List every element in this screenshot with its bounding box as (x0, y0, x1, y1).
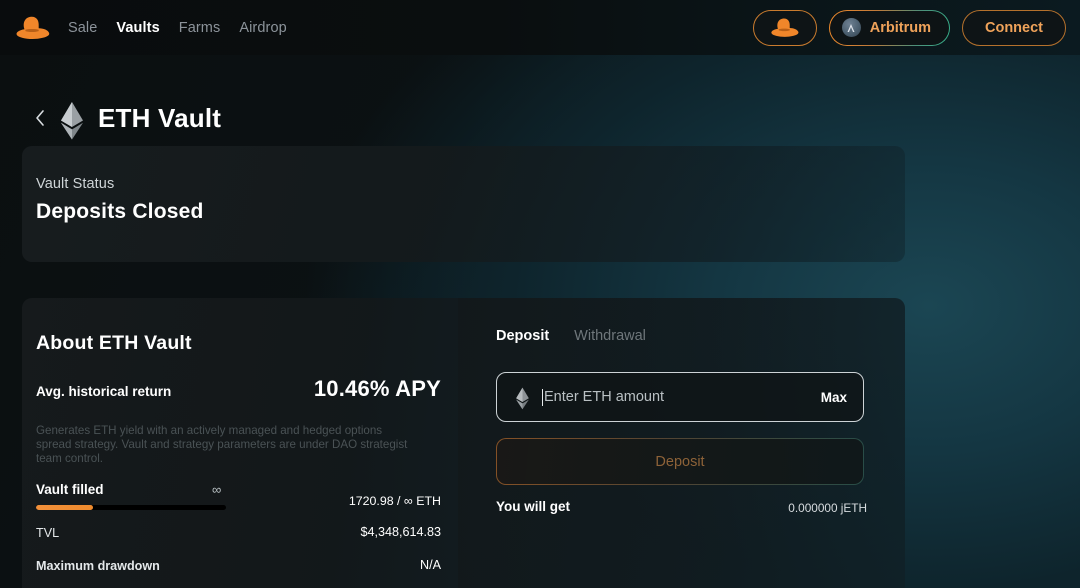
nav-links: Sale Vaults Farms Airdrop (68, 20, 287, 36)
amount-input[interactable]: Enter ETH amount (544, 389, 821, 405)
avg-return-label: Avg. historical return (36, 384, 172, 399)
max-button[interactable]: Max (821, 390, 847, 405)
deposit-submit-button[interactable]: Deposit (496, 438, 864, 485)
ethereum-icon (515, 387, 530, 410)
tab-withdrawal[interactable]: Withdrawal (574, 328, 646, 344)
nav-item-vaults[interactable]: Vaults (116, 20, 159, 36)
nav-item-sale[interactable]: Sale (68, 20, 97, 36)
about-description: Generates ETH yield with an actively man… (36, 424, 408, 465)
vault-status-card: Vault Status Deposits Closed (22, 146, 905, 262)
topbar-actions: Arbitrum Connect (752, 9, 1066, 46)
vault-page: Sale Vaults Farms Airdrop Arbitrum Conne… (0, 0, 1080, 588)
about-vault-panel: About ETH Vault Avg. historical return 1… (22, 298, 458, 588)
top-navigation-bar: Sale Vaults Farms Airdrop Arbitrum Conne… (0, 0, 1080, 55)
vault-filled-progress-fill (36, 505, 93, 510)
deposit-panel: Deposit Withdrawal Enter ETH amount Max … (458, 298, 905, 588)
page-header: ETH Vault (34, 101, 222, 140)
text-caret (542, 388, 543, 406)
nav-item-farms[interactable]: Farms (179, 20, 221, 36)
page-title: ETH Vault (98, 102, 222, 133)
nav-item-airdrop[interactable]: Airdrop (239, 20, 286, 36)
chain-label: Arbitrum (869, 19, 931, 36)
vault-filled-progress-bar (36, 505, 226, 510)
connect-wallet-button[interactable]: Connect (962, 9, 1066, 46)
vault-status-value: Deposits Closed (36, 200, 204, 223)
tvl-value: $4,348,614.83 (360, 525, 441, 539)
amount-input-container[interactable]: Enter ETH amount Max (496, 372, 864, 422)
tab-deposit[interactable]: Deposit (496, 328, 549, 344)
ethereum-icon (59, 101, 85, 140)
hat-logo-icon[interactable] (14, 15, 52, 41)
hat-button[interactable] (752, 9, 817, 46)
vault-filled-amount: 1720.98 / ∞ ETH (348, 494, 441, 508)
chain-selector-button[interactable]: Arbitrum (829, 10, 950, 46)
tvl-label: TVL (36, 526, 60, 540)
chevron-left-icon[interactable] (34, 109, 46, 127)
max-drawdown-value: N/A (420, 558, 441, 572)
deposit-withdrawal-tabs: Deposit Withdrawal (496, 328, 646, 344)
hat-icon (771, 17, 799, 37)
about-title: About ETH Vault (36, 332, 192, 354)
you-will-get-label: You will get (496, 499, 570, 514)
connect-label: Connect (985, 19, 1043, 36)
you-will-get-value: 0.000000 jETH (788, 501, 867, 515)
vault-filled-label: Vault filled (36, 482, 104, 497)
max-drawdown-label: Maximum drawdown (36, 559, 160, 573)
avg-return-value: 10.46% APY (313, 376, 441, 401)
vault-filled-cap: ∞ (212, 482, 222, 497)
vault-status-label: Vault Status (36, 176, 115, 192)
deposit-submit-label: Deposit (655, 453, 705, 470)
arbitrum-icon (841, 18, 861, 37)
